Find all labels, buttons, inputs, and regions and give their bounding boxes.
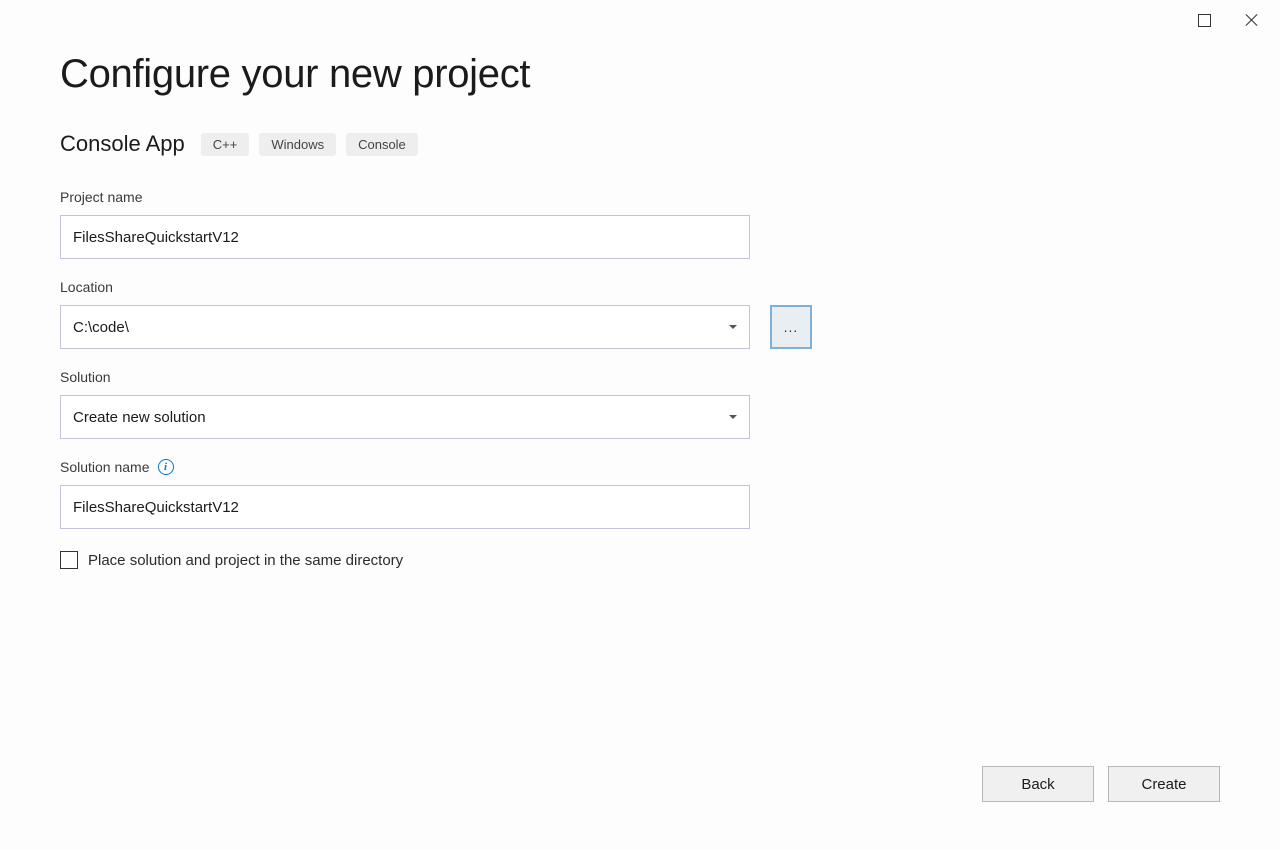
tag-windows: Windows xyxy=(259,133,336,156)
browse-button[interactable]: ... xyxy=(770,305,812,349)
solution-value: Create new solution xyxy=(73,409,206,426)
close-button[interactable] xyxy=(1244,12,1260,28)
page-title: Configure your new project xyxy=(60,52,1220,97)
create-button[interactable]: Create xyxy=(1108,766,1220,802)
project-name-input[interactable] xyxy=(60,215,750,259)
chevron-down-icon xyxy=(729,415,737,419)
chevron-down-icon xyxy=(729,325,737,329)
project-name-label: Project name xyxy=(60,189,1220,205)
back-button[interactable]: Back xyxy=(982,766,1094,802)
tag-cpp: C++ xyxy=(201,133,250,156)
solution-combobox[interactable]: Create new solution xyxy=(60,395,750,439)
maximize-button[interactable] xyxy=(1196,12,1212,28)
solution-name-input[interactable] xyxy=(60,485,750,529)
close-icon xyxy=(1245,13,1259,27)
template-name: Console App xyxy=(60,131,185,157)
solution-name-label: Solution name xyxy=(60,459,150,475)
location-combobox[interactable]: C:\code\ xyxy=(60,305,750,349)
same-directory-label: Place solution and project in the same d… xyxy=(88,552,403,569)
location-label: Location xyxy=(60,279,1220,295)
info-icon[interactable]: i xyxy=(158,459,174,475)
template-tags: C++ Windows Console xyxy=(201,133,418,156)
solution-label: Solution xyxy=(60,369,1220,385)
location-value: C:\code\ xyxy=(73,319,129,336)
maximize-icon xyxy=(1198,14,1211,27)
same-directory-checkbox[interactable] xyxy=(60,551,78,569)
template-header: Console App C++ Windows Console xyxy=(60,131,1220,157)
tag-console: Console xyxy=(346,133,418,156)
